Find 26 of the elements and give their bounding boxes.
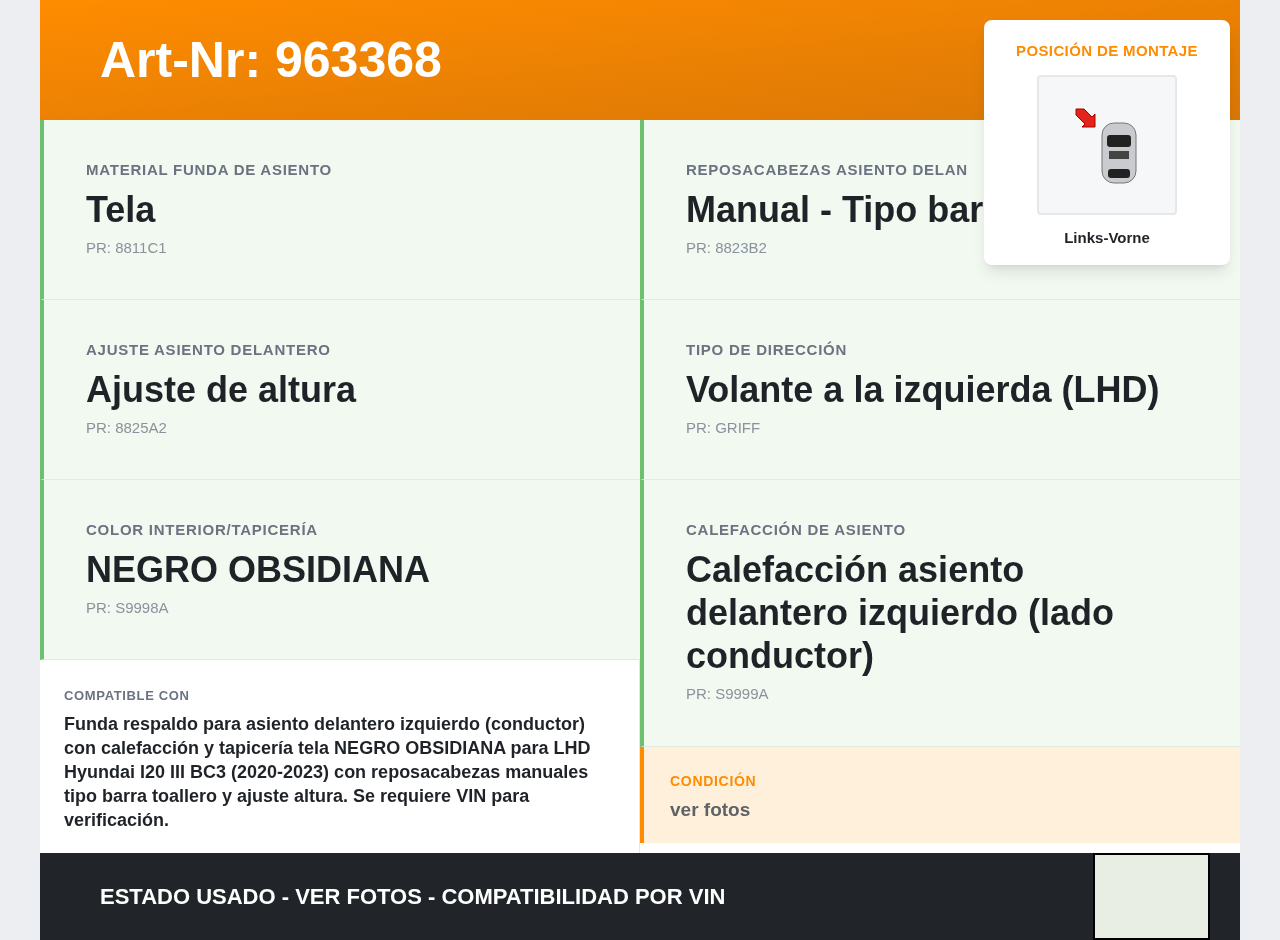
condition-text: ver fotos [670,798,752,822]
spec-code: PR: 8823B2 [686,238,767,258]
spec-value: NEGRO OBSIDIANA [86,548,431,591]
spec-label: COLOR INTERIOR/TAPICERÍA [86,520,318,540]
spec-label: TIPO DE DIRECCIÓN [686,340,848,360]
article-number: Art-Nr: 963368 [100,35,442,85]
spec-code: PR: 8825A2 [86,418,167,438]
spec-code: PR: S9999A [686,684,769,704]
spec-code: PR: GRIFF [686,418,761,438]
condition-label: CONDICIÓN [670,771,758,791]
spec-label: AJUSTE ASIENTO DELANTERO [86,340,331,360]
mount-position-label: Links-Vorne [1064,227,1150,248]
spec-code: PR: S9998A [86,598,169,618]
spec-code: PR: 8811C1 [86,238,167,258]
compatible-text: Funda respaldo para asiento delantero izquierdo (conductor) con calefacción y tapicería tela NEGRO OBSIDIANA para LHD Hyundai I20 III BC3 (2020-2023) con reposacabezas manuales tipo barra toallero y ajuste altura. Se requiere VIN para verificación. [64,712,592,832]
spec-value: Calefacción asiento delantero izquierdo (lado conductor) [686,548,1116,677]
spec-value: Manual - Tipo bar [686,188,984,231]
spec-value: Volante a la izquierda (LHD) [686,368,1160,411]
spec-label: CALEFACCIÓN DE ASIENTO [686,520,906,540]
spec-value: Tela [86,188,156,231]
mount-position-title: POSICIÓN DE MONTAJE [1016,41,1198,61]
footer-text: ESTADO USADO - VER FOTOS - COMPATIBILIDAD POR VIN [100,883,726,911]
compatible-label: COMPATIBLE CON [64,687,191,705]
spec-label: MATERIAL FUNDA DE ASIENTO [86,160,332,180]
spec-label: REPOSACABEZAS ASIENTO DELAN [686,160,968,180]
spec-value: Ajuste de altura [86,368,357,411]
